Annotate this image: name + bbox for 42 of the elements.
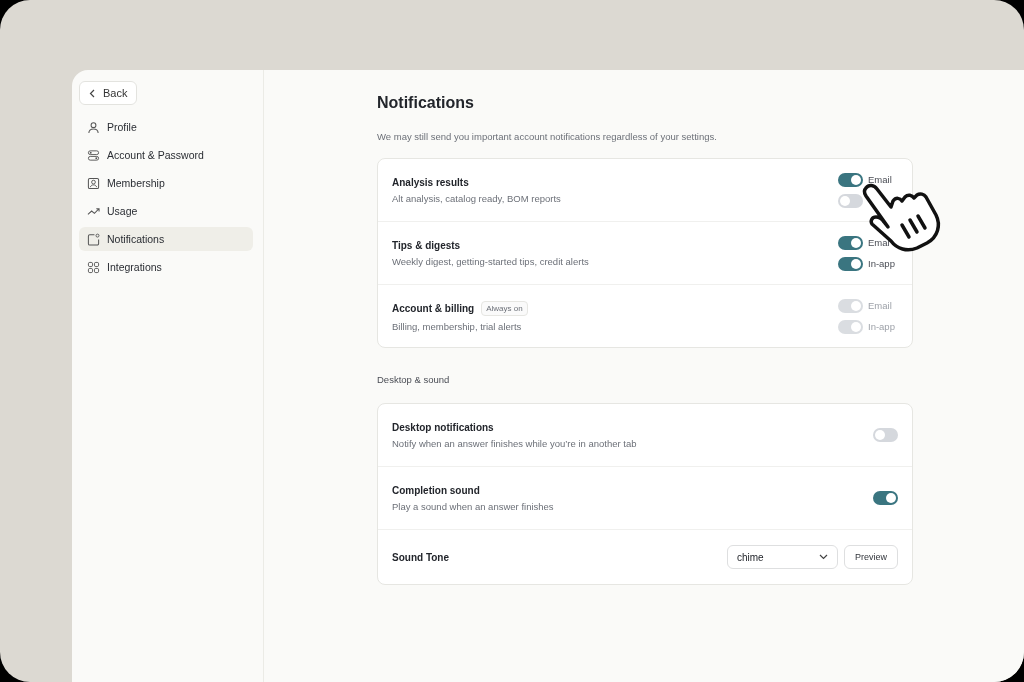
row-description: Notify when an answer finishes while you’re in another tab bbox=[392, 437, 637, 449]
row-description: Weekly digest, getting-started tips, credit alerts bbox=[392, 255, 589, 267]
channel-label: Email bbox=[868, 300, 893, 311]
sidebar-item[interactable]: Membership bbox=[79, 171, 253, 195]
id-card-icon bbox=[87, 176, 100, 190]
notification-icon bbox=[87, 232, 100, 246]
channel-label: Email bbox=[868, 174, 893, 185]
toggle-switch[interactable] bbox=[838, 193, 863, 208]
user-icon bbox=[87, 120, 100, 134]
chevron-left-icon bbox=[89, 88, 95, 98]
sound-tone-dropdown[interactable]: chime bbox=[727, 545, 838, 569]
row-title: Analysis results bbox=[392, 176, 469, 188]
page-title: Notifications bbox=[377, 94, 475, 112]
row-title: Tips & digests bbox=[392, 239, 461, 251]
toggle-switch[interactable] bbox=[838, 256, 863, 271]
row-description: Billing, membership, trial alerts bbox=[392, 320, 523, 332]
row-title: Completion sound bbox=[392, 484, 481, 496]
toggle-switch[interactable] bbox=[873, 428, 898, 442]
toggle-switch[interactable] bbox=[838, 235, 863, 250]
page-subtitle: We may still send you important account notifications regardless of your settings. bbox=[377, 131, 718, 142]
channel-label: Emai bbox=[868, 237, 891, 248]
sidebar-item[interactable]: Integrations bbox=[79, 255, 253, 279]
preview-button[interactable]: Preview bbox=[844, 545, 898, 569]
toggle-switch[interactable] bbox=[838, 172, 863, 187]
back-button[interactable]: Back bbox=[79, 81, 138, 105]
toggles-icon bbox=[87, 148, 100, 162]
row-title: Account & billing bbox=[392, 302, 475, 314]
always-on-tag: Always on bbox=[481, 300, 528, 316]
sidebar-item[interactable]: Notifications bbox=[79, 227, 253, 251]
sidebar-item[interactable]: Usage bbox=[79, 199, 253, 223]
section-heading: Desktop & sound bbox=[377, 374, 451, 385]
row-title: Desktop notifications bbox=[392, 421, 495, 433]
channel-label: In-app bbox=[868, 258, 896, 269]
row-description: Alt analysis, catalog ready, BOM reports bbox=[392, 192, 561, 204]
row-title: Sound Tone bbox=[392, 551, 450, 563]
sidebar-item[interactable]: Account & Password bbox=[79, 143, 253, 167]
row-description: Play a sound when an answer finishes bbox=[392, 500, 554, 512]
channel-label: In-app bbox=[868, 321, 896, 332]
grid-icon bbox=[87, 260, 100, 274]
chevron-down-icon bbox=[819, 554, 828, 560]
toggle-switch[interactable] bbox=[873, 491, 898, 505]
sidebar-item[interactable]: Profile bbox=[79, 115, 253, 139]
